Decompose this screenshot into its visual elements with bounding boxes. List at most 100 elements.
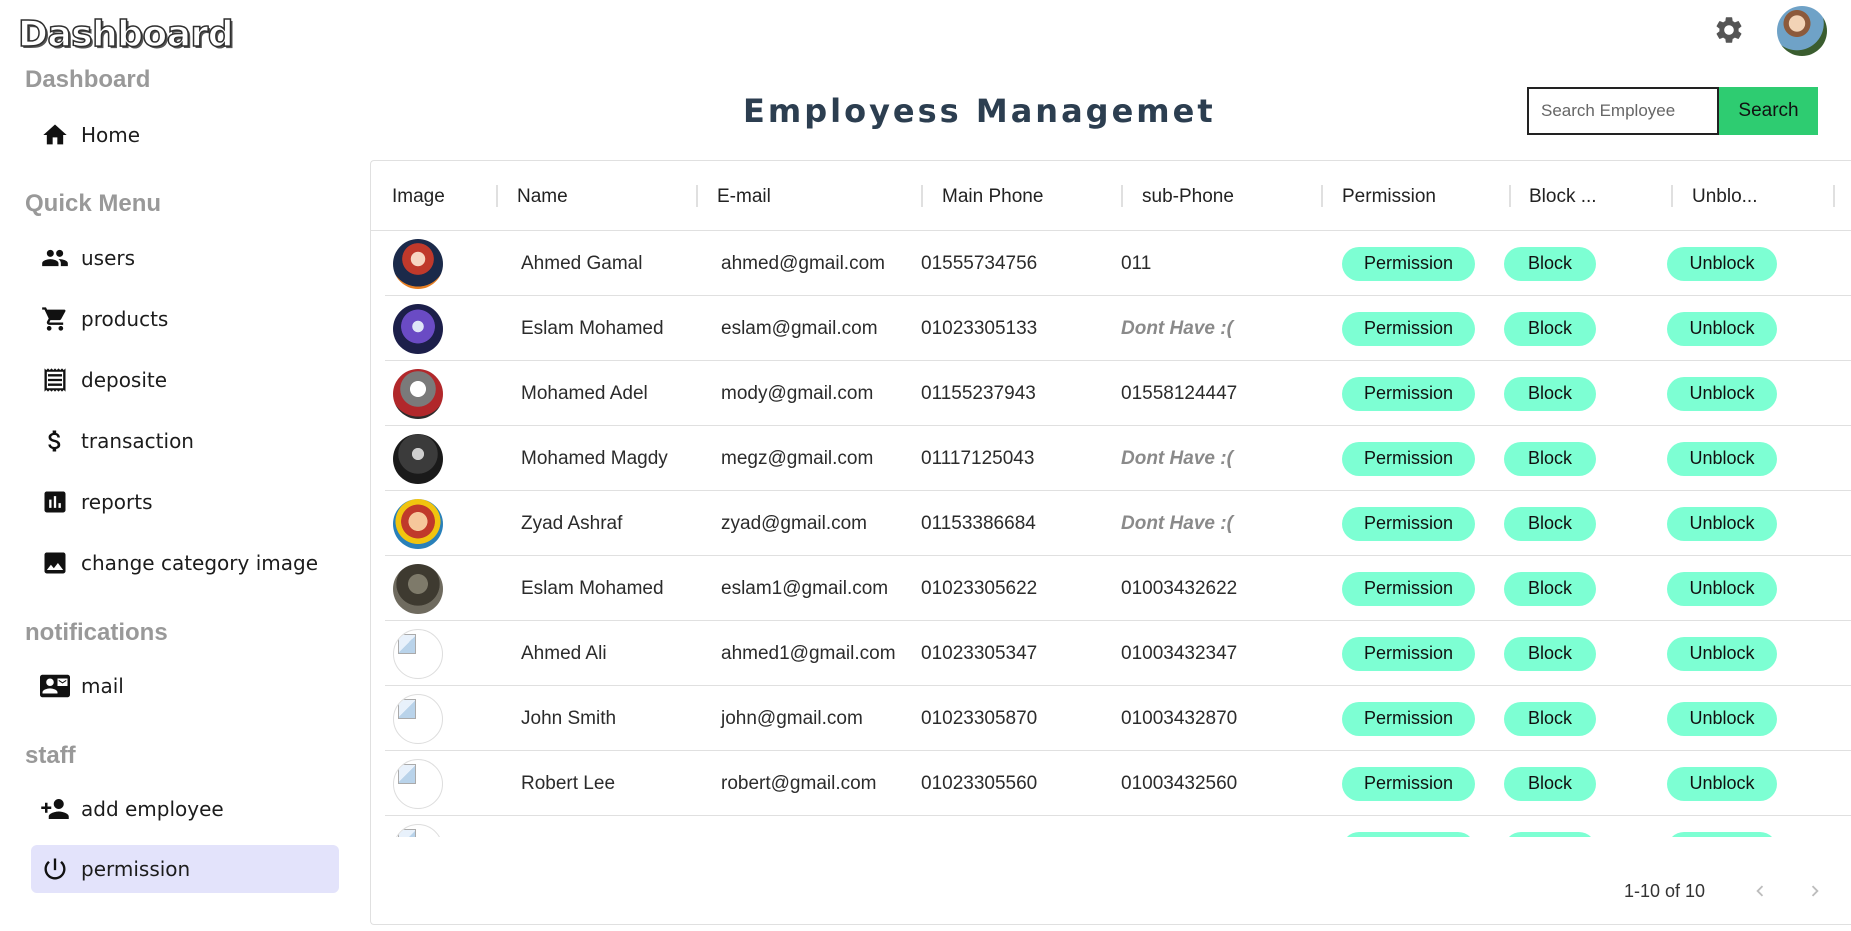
- user-avatar[interactable]: [1777, 6, 1827, 56]
- table-row[interactable]: Mohamed Adel mody@gmail.com 01155237943 015…: [385, 361, 1851, 426]
- section-title-quick-menu: Quick Menu: [25, 190, 162, 217]
- permission-button[interactable]: Permission: [1342, 766, 1475, 801]
- table-row[interactable]: Robert Lee robert@gmail.com 01023305560 010…: [385, 751, 1851, 816]
- unblock-button[interactable]: Unblock: [1667, 636, 1777, 671]
- sidebar-item-label: change category image: [81, 551, 319, 575]
- column-separator[interactable]: [496, 185, 498, 207]
- table-row[interactable]: Permission Block Unblock: [385, 816, 1851, 837]
- table-row[interactable]: Ahmed Ali ahmed1@gmail.com 01023305347 0100…: [385, 621, 1851, 686]
- sidebar-item-home[interactable]: Home: [31, 111, 339, 159]
- permission-button-cell: Permission: [1342, 816, 1475, 837]
- permission-button[interactable]: Permission: [1342, 636, 1475, 671]
- block-button[interactable]: Block: [1504, 376, 1596, 411]
- power-icon: [39, 853, 71, 885]
- table-row[interactable]: Mohamed Magdy megz@gmail.com 01117125043 Do…: [385, 426, 1851, 491]
- block-button[interactable]: Block: [1504, 831, 1596, 837]
- table-row[interactable]: Zyad Ashraf zyad@gmail.com 01153386684 Dont…: [385, 491, 1851, 556]
- column-separator[interactable]: [1321, 185, 1323, 207]
- employee-image-cell: [393, 556, 443, 621]
- column-header-email[interactable]: E-mail: [717, 186, 771, 208]
- block-button[interactable]: Block: [1504, 766, 1596, 801]
- employee-sub-phone: 01003432870: [1121, 707, 1238, 729]
- employee-image-cell: [393, 621, 443, 686]
- employee-sub-phone: 01003432347: [1121, 642, 1238, 664]
- column-header-name[interactable]: Name: [517, 186, 568, 208]
- permission-button[interactable]: Permission: [1342, 506, 1475, 541]
- column-separator[interactable]: [1509, 185, 1511, 207]
- home-icon: [39, 119, 71, 151]
- column-separator[interactable]: [1671, 185, 1673, 207]
- permission-button[interactable]: Permission: [1342, 376, 1475, 411]
- image-icon: [39, 547, 71, 579]
- unblock-button[interactable]: Unblock: [1667, 766, 1777, 801]
- unblock-button-cell: Unblock: [1667, 686, 1777, 751]
- sidebar-item-reports[interactable]: reports: [31, 478, 339, 526]
- employee-name: John Smith: [521, 707, 617, 729]
- sidebar-item-products[interactable]: products: [31, 295, 339, 343]
- unblock-button[interactable]: Unblock: [1667, 571, 1777, 606]
- block-button[interactable]: Block: [1504, 636, 1596, 671]
- chevron-left-icon[interactable]: [1744, 875, 1776, 907]
- employee-image-cell: [393, 296, 443, 361]
- sidebar-item-permission[interactable]: permission: [31, 845, 339, 893]
- block-button[interactable]: Block: [1504, 506, 1596, 541]
- column-header-unblock[interactable]: Unblo...: [1692, 186, 1757, 208]
- permission-button-cell: Permission: [1342, 231, 1475, 296]
- unblock-button-cell: Unblock: [1667, 426, 1777, 491]
- column-header-sub-phone[interactable]: sub-Phone: [1142, 186, 1234, 208]
- sidebar-item-transaction[interactable]: transaction: [31, 417, 339, 465]
- column-separator[interactable]: [696, 185, 698, 207]
- employee-image-cell: [393, 426, 443, 491]
- permission-button[interactable]: Permission: [1342, 311, 1475, 346]
- permission-button[interactable]: Permission: [1342, 571, 1475, 606]
- search-button[interactable]: Search: [1719, 87, 1818, 135]
- gear-icon[interactable]: [1713, 14, 1745, 46]
- table-row[interactable]: John Smith john@gmail.com 01023305870 01003…: [385, 686, 1851, 751]
- permission-button-cell: Permission: [1342, 426, 1475, 491]
- block-button-cell: Block: [1504, 231, 1596, 296]
- column-header-block[interactable]: Block ...: [1529, 186, 1597, 208]
- table-row[interactable]: Ahmed Gamal ahmed@gmail.com 01555734756 011…: [385, 231, 1851, 296]
- employee-sub-phone: Dont Have :(: [1121, 317, 1233, 339]
- unblock-button[interactable]: Unblock: [1667, 376, 1777, 411]
- block-button[interactable]: Block: [1504, 571, 1596, 606]
- table-row[interactable]: Eslam Mohamed eslam1@gmail.com 01023305622…: [385, 556, 1851, 621]
- sidebar-item-change-category-image[interactable]: change category image: [31, 539, 339, 587]
- person-add-icon: [39, 793, 71, 825]
- sidebar-item-label: permission: [81, 857, 191, 881]
- unblock-button[interactable]: Unblock: [1667, 506, 1777, 541]
- permission-button[interactable]: Permission: [1342, 831, 1475, 837]
- sidebar-item-mail[interactable]: mail: [31, 662, 339, 710]
- block-button[interactable]: Block: [1504, 246, 1596, 281]
- block-button-cell: Block: [1504, 491, 1596, 556]
- unblock-button[interactable]: Unblock: [1667, 441, 1777, 476]
- sidebar-item-users[interactable]: users: [31, 234, 339, 282]
- employee-email: ahmed1@gmail.com: [721, 642, 896, 664]
- block-button[interactable]: Block: [1504, 441, 1596, 476]
- permission-button[interactable]: Permission: [1342, 246, 1475, 281]
- unblock-button[interactable]: Unblock: [1667, 246, 1777, 281]
- employee-email: megz@gmail.com: [721, 447, 874, 469]
- column-separator[interactable]: [921, 185, 923, 207]
- column-header-permission[interactable]: Permission: [1342, 186, 1436, 208]
- table-body: Ahmed Gamal ahmed@gmail.com 01555734756 011…: [371, 231, 1851, 837]
- table-row[interactable]: Eslam Mohamed eslam@gmail.com 01023305133 D…: [385, 296, 1851, 361]
- sidebar-item-deposite[interactable]: deposite: [31, 356, 339, 404]
- search-input[interactable]: [1527, 87, 1719, 135]
- unblock-button[interactable]: Unblock: [1667, 701, 1777, 736]
- column-separator[interactable]: [1121, 185, 1123, 207]
- chevron-right-icon[interactable]: [1799, 875, 1831, 907]
- block-button[interactable]: Block: [1504, 701, 1596, 736]
- sidebar-item-label: deposite: [81, 368, 168, 392]
- permission-button[interactable]: Permission: [1342, 441, 1475, 476]
- block-button[interactable]: Block: [1504, 311, 1596, 346]
- sidebar-item-add-employee[interactable]: add employee: [31, 785, 339, 833]
- block-button-cell: Block: [1504, 296, 1596, 361]
- permission-button[interactable]: Permission: [1342, 701, 1475, 736]
- column-separator[interactable]: [1833, 185, 1835, 207]
- employee-sub-phone: 011: [1121, 252, 1152, 274]
- unblock-button[interactable]: Unblock: [1667, 311, 1777, 346]
- unblock-button[interactable]: Unblock: [1667, 831, 1777, 837]
- column-header-image[interactable]: Image: [392, 186, 445, 208]
- column-header-main-phone[interactable]: Main Phone: [942, 186, 1043, 208]
